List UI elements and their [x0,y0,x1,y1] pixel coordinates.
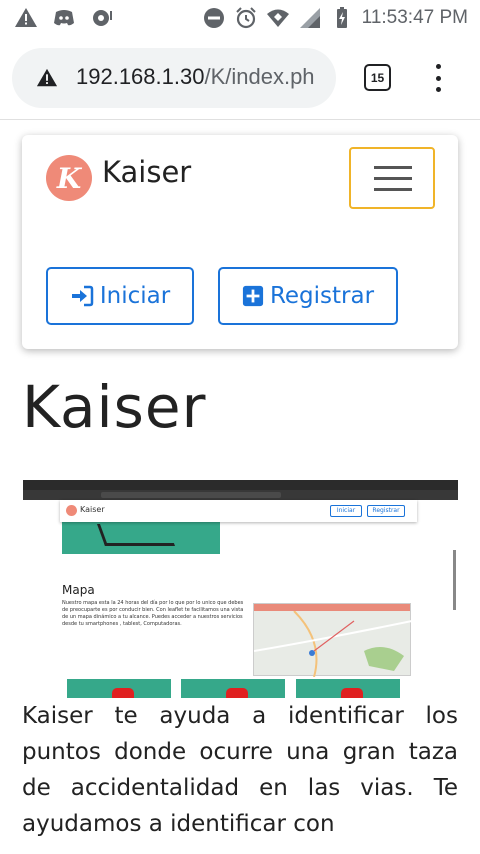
preview-address-bar [23,490,458,500]
browser-toolbar: 192.168.1.30/K/index.ph 15 [0,36,480,120]
tab-switcher-button[interactable]: 15 [364,64,391,91]
address-bar[interactable]: 192.168.1.30/K/index.ph [12,48,336,108]
preview-scrollbar [453,550,456,610]
register-button[interactable]: Registrar [218,267,398,325]
brand-name[interactable]: Kaiser [102,155,191,189]
do-not-disturb-icon [203,8,224,28]
stop-sign-icon [341,688,363,698]
preview-screenshot: Kaiser Iniciar Registrar Mapa Nuestro ma… [23,480,458,698]
alarm-icon [235,7,256,29]
page-title: Kaiser [22,373,207,441]
web-page: K Kaiser Iniciar Registrar Kaiser Kaiser… [0,121,480,854]
stop-sign-icon [226,688,248,698]
clock: 11:53:47 PM [361,7,468,28]
discord-icon [54,10,74,26]
status-bar: 11:53:47 PM [0,0,480,36]
intro-paragraph: Kaiser te ayuda a identificar los puntos… [22,703,458,837]
plus-square-icon [242,285,264,307]
preview-map [253,603,412,677]
preview-laptop-illustration [96,524,176,546]
preview-brand: Kaiser [80,505,105,514]
preview-section-title: Mapa [62,583,95,597]
register-label: Registrar [269,283,375,309]
battery-icon [336,7,347,28]
navbar: K Kaiser Iniciar Registrar [22,135,458,349]
navbar-toggler-button[interactable] [349,147,435,209]
brand-logo[interactable]: K [46,155,92,201]
preview-login-button: Iniciar [330,505,362,517]
stop-sign-icon [112,688,134,698]
preview-navbar: Kaiser Iniciar Registrar [60,500,417,522]
preview-section-text: Nuestro mapa esta la 24 horas del día po… [62,600,244,627]
signal-icon [299,8,320,28]
login-button[interactable]: Iniciar [46,267,194,325]
preview-tab-strip [23,480,458,490]
preview-register-button: Registrar [367,505,405,517]
url-text[interactable]: 192.168.1.30/K/index.ph [76,64,332,90]
not-secure-icon[interactable] [36,67,58,89]
notification-icon [93,10,112,26]
preview-logo [66,505,77,516]
url-host: 192.168.1.30 [76,64,205,89]
wifi-icon [266,9,289,27]
login-label: Iniciar [99,283,171,309]
url-path: /K/index.ph [204,64,315,89]
more-menu-icon[interactable] [432,64,444,92]
warning-icon [15,8,37,27]
sign-in-icon [71,285,94,307]
